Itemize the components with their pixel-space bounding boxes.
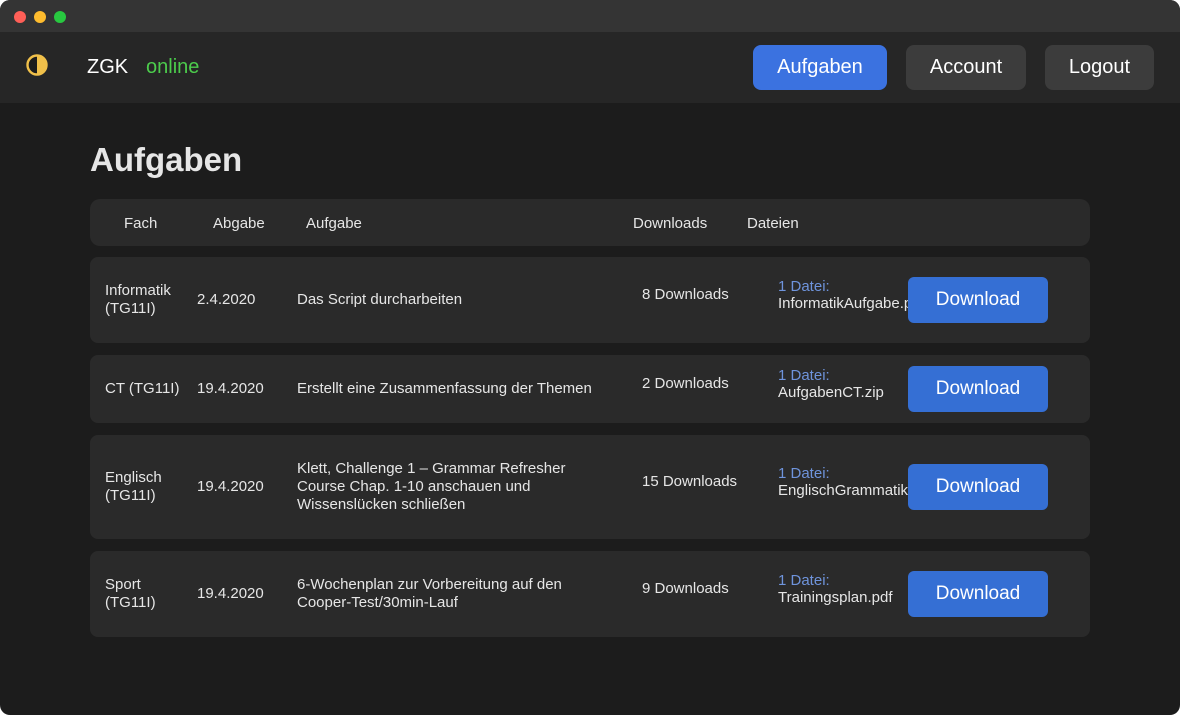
row-fach-line: (TG11I) — [105, 487, 156, 504]
column-header-downloads: Downloads — [633, 215, 708, 232]
nav-aufgaben-button[interactable]: Aufgaben — [753, 45, 887, 90]
row-fach: Sport (TG11I) — [105, 576, 156, 612]
row-aufgabe: Das Script durcharbeiten — [297, 291, 462, 309]
file-count: 1 Datei: — [778, 572, 830, 589]
row-aufgabe-line: Cooper-Test/30min-Lauf — [297, 594, 458, 611]
row-fach-line: CT (TG11I) — [105, 380, 180, 397]
nav-account-button[interactable]: Account — [906, 45, 1026, 90]
column-header-fach: Fach — [124, 215, 158, 232]
app-window: ZGK online Aufgaben Account Logout Aufga… — [0, 0, 1180, 715]
maximize-window-button[interactable] — [54, 11, 66, 23]
row-files: 1 Datei: AufgabenCT.zip — [778, 367, 908, 401]
row-aufgabe: Klett, Challenge 1 – Grammar Refresher C… — [297, 460, 565, 514]
row-downloads: 2 Downloads — [642, 375, 729, 392]
download-button[interactable]: Download — [908, 464, 1048, 510]
file-name: InformatikAufgabe.pdf — [778, 295, 908, 312]
row-aufgabe: Erstellt eine Zusammenfassung der Themen — [297, 380, 592, 398]
row-abgabe: 19.4.2020 — [197, 380, 264, 397]
file-count: 1 Datei: — [778, 278, 830, 295]
column-header-dateien: Dateien — [747, 215, 799, 232]
nav-logout-button[interactable]: Logout — [1045, 45, 1154, 90]
row-abgabe: 19.4.2020 — [197, 585, 264, 602]
row-files: 1 Datei: EnglischGrammatik.pdf — [778, 465, 908, 499]
row-files: 1 Datei: InformatikAufgabe.pdf — [778, 278, 908, 312]
row-downloads: 15 Downloads — [642, 473, 738, 490]
row-fach: CT (TG11I) — [105, 380, 179, 398]
table-header: Fach Abgabe Aufgabe Downloads Dateien — [90, 199, 1090, 246]
row-fach-line: Informatik — [105, 282, 171, 299]
page-title: Aufgaben — [90, 141, 243, 178]
file-count: 1 Datei: — [778, 465, 830, 482]
online-status: online — [146, 56, 200, 78]
row-aufgabe-line: Das Script durcharbeiten — [297, 291, 463, 308]
close-window-button[interactable] — [14, 11, 26, 23]
row-fach-line: Sport — [105, 576, 141, 593]
row-files: 1 Datei: Trainingsplan.pdf — [778, 572, 908, 606]
row-downloads: 9 Downloads — [642, 580, 729, 597]
row-aufgabe-line: Erstellt eine Zusammenfassung der Themen — [297, 380, 592, 397]
row-fach-line: (TG11I) — [105, 594, 156, 611]
table-row: Informatik (TG11I) 2.4.2020 Das Script d… — [90, 257, 1090, 343]
table-row: Sport (TG11I) 19.4.2020 6-Wochenplan zur… — [90, 551, 1090, 637]
row-fach-line: (TG11I) — [105, 300, 156, 317]
brand-name: ZGK — [87, 56, 129, 78]
row-aufgabe: 6-Wochenplan zur Vorbereitung auf den Co… — [297, 576, 562, 612]
file-count: 1 Datei: — [778, 367, 830, 384]
row-aufgabe-line: Course Chap. 1-10 anschauen und — [297, 478, 531, 495]
row-aufgabe-line: Klett, Challenge 1 – Grammar Refresher — [297, 460, 566, 477]
row-abgabe: 2.4.2020 — [197, 291, 256, 308]
row-fach-line: Englisch — [105, 469, 162, 486]
download-button[interactable]: Download — [908, 571, 1048, 617]
minimize-window-button[interactable] — [34, 11, 46, 23]
title-bar — [0, 0, 1180, 32]
download-button[interactable]: Download — [908, 277, 1048, 323]
column-header-aufgabe: Aufgabe — [306, 215, 362, 232]
file-name: EnglischGrammatik.pdf — [778, 482, 908, 499]
table-row: Englisch (TG11I) 19.4.2020 Klett, Challe… — [90, 435, 1090, 539]
file-name: Trainingsplan.pdf — [778, 589, 893, 606]
file-name: AufgabenCT.zip — [778, 384, 884, 401]
half-circle-contrast-icon[interactable] — [26, 54, 48, 76]
column-header-abgabe: Abgabe — [213, 215, 265, 232]
row-abgabe: 19.4.2020 — [197, 478, 264, 495]
table-row: CT (TG11I) 19.4.2020 Erstellt eine Zusam… — [90, 355, 1090, 423]
row-aufgabe-line: Wissenslücken schließen — [297, 496, 466, 513]
row-downloads: 8 Downloads — [642, 286, 729, 303]
navbar: ZGK online Aufgaben Account Logout — [0, 32, 1180, 103]
row-aufgabe-line: 6-Wochenplan zur Vorbereitung auf den — [297, 576, 562, 593]
row-fach: Englisch (TG11I) — [105, 469, 162, 505]
row-fach: Informatik (TG11I) — [105, 282, 171, 318]
download-button[interactable]: Download — [908, 366, 1048, 412]
